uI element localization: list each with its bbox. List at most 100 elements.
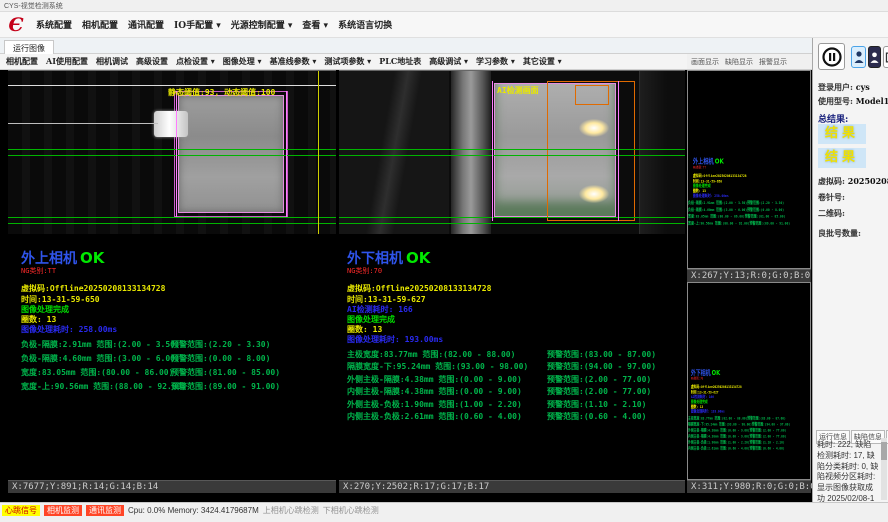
tool-image-processing[interactable]: 图像处理 ▾	[223, 56, 262, 67]
camera-view-lower[interactable]: AI检测画面 外下相机OK NG类别:70 虚拟码:Offline2025020…	[339, 70, 685, 493]
tool-learning-params[interactable]: 学习参数 ▾	[476, 56, 515, 67]
led-glow	[579, 185, 609, 203]
camera-view-upper[interactable]: 静态阈值:93, 动态阈值:100 外上相机OK NG类别:TT 虚拟码:Off…	[8, 70, 336, 493]
window-titlebar: CYS-视觉检测系统	[0, 0, 888, 12]
app-logo-icon: Є	[6, 15, 26, 35]
tool-other-settings[interactable]: 其它设置 ▾	[523, 56, 562, 67]
elapsed-line: 图像处理耗时: 258.00ms	[693, 193, 729, 198]
result-badge-lower: 结果	[818, 148, 866, 168]
thumb-header-display[interactable]: 画面显示	[691, 57, 719, 67]
login-user-value: cys	[856, 82, 870, 92]
menu-camera-config[interactable]: 相机配置	[82, 18, 118, 31]
thumb-header-defect[interactable]: 缺陷显示	[725, 57, 753, 67]
camera-monitor-badge: 相机监测	[44, 505, 82, 516]
thumb-header-alarm[interactable]: 报警显示	[759, 57, 787, 67]
measurement-row: 负极-隔膜:2.91mm 范围:(2.00 - 3.50)预警范围:(2.20 …	[688, 200, 784, 205]
login-user-button[interactable]	[851, 46, 866, 68]
baseline-green	[8, 223, 336, 224]
measurement-row: 内侧主极-负极:2.61mm 范围:(0.60 - 4.00)预警范围:(0.6…	[688, 446, 785, 451]
tool-ai-config[interactable]: AI使用配置	[46, 56, 88, 67]
tool-baseline-params[interactable]: 基准线参数 ▾	[270, 56, 317, 67]
virtual-code-row: 虚拟码: 20250208	[818, 176, 888, 187]
menu-comm-config[interactable]: 通讯配置	[128, 18, 164, 31]
log-scrollbar-thumb[interactable]	[881, 442, 887, 460]
connector-object	[154, 111, 188, 137]
thumbnail-upper-camera[interactable]: 静态阈值:93, 动态阈值:100 外上相机OK NG类别:TT 虚拟码:Off…	[687, 70, 811, 269]
tool-camera-config[interactable]: 相机配置	[6, 56, 38, 67]
cpu-memory-readout: Cpu: 0.0% Memory: 3424.4179687M	[128, 506, 259, 515]
machinery-column	[451, 71, 491, 234]
reel-number-label: 卷针号:	[818, 192, 845, 203]
pause-button[interactable]	[818, 43, 845, 70]
user-dark-icon	[870, 51, 879, 64]
thumbnail-header: 画面显示 缺陷显示 报警显示	[687, 54, 812, 70]
reference-line-yellow	[318, 71, 319, 234]
measurement-row: 隔膜宽度-下:95.24mm 范围:(93.00 - 98.00)预警范围:(9…	[347, 361, 528, 372]
ai-overlay-label: AI检测画面	[497, 85, 539, 96]
camera-image-lower[interactable]: AI检测画面	[339, 71, 685, 234]
lower-camera-heartbeat-status: 下相机心跳检测	[323, 505, 379, 516]
measurement-row: 外侧主极-负极:1.90mm 范围:(1.00 - 2.20)预警范围:(1.1…	[688, 440, 785, 445]
window-statusbar: 心跳信号 相机监测 通讯监测 Cpu: 0.0% Memory: 3424.41…	[0, 502, 888, 522]
measurement-row: 内侧主极-隔膜:4.38mm 范围:(0.00 - 9.00)预警范围:(2.0…	[347, 386, 522, 397]
ng-class-label: NG类别:TT	[693, 165, 706, 170]
roi-frame-orange-small	[575, 85, 609, 105]
camera-title: 外下相机OK	[347, 248, 430, 268]
thumbnail-lower-camera[interactable]: AI检测画面 外下相机OK NG类别:70 虚拟码:Offline2025020…	[687, 282, 811, 480]
ng-class-label: NG类别:70	[691, 376, 703, 381]
measurement-row: 内侧主极-负极:2.61mm 范围:(0.60 - 4.00)预警范围:(0.6…	[347, 411, 522, 422]
pixel-status-thumb-upper: X:267;Y:13;R:0;G:0;B:0	[687, 269, 811, 282]
measurement-row: 外侧主极-隔膜:4.38mm 范围:(0.00 - 9.00)预警范围:(2.0…	[347, 374, 522, 385]
tool-advanced-debug[interactable]: 高级调试 ▾	[429, 56, 468, 67]
elapsed-line: 图像处理耗时: 258.00ms	[21, 324, 117, 335]
menu-view[interactable]: 查看 ▾	[302, 18, 328, 31]
camera-results-upper: 外上相机OK NG类别:TT 虚拟码:Offline20250208133134…	[688, 150, 810, 269]
model-row: 使用型号: Model1	[818, 96, 888, 107]
measurement-row: 负极-隔膜:4.60mm 范围:(3.00 - 6.00)预警范围:(0.00 …	[21, 353, 180, 364]
edge-line-pink	[176, 91, 177, 217]
separator-line	[8, 85, 336, 86]
pause-icon	[822, 47, 842, 67]
menu-language-switch[interactable]: 系统语言切换	[338, 18, 392, 31]
pixel-status-upper: X:7677;Y:891;R:14;G:14;B:14	[8, 480, 336, 493]
comm-monitor-badge: 通讯监测	[86, 505, 124, 516]
camera-results-lower: 外下相机OK NG类别:70 虚拟码:Offline20250208133134…	[339, 234, 685, 481]
batch-count-label: 良批号数量:	[818, 228, 861, 239]
camera-results-upper: 外上相机OK NG类别:TT 虚拟码:Offline20250208133134…	[8, 234, 336, 481]
measurement-row: 负极-隔膜:4.60mm 范围:(3.00 - 6.00)预警范围:(0.00 …	[688, 207, 784, 212]
edge-line-pink	[618, 81, 619, 221]
ok-status: OK	[80, 249, 104, 267]
tool-camera-debug[interactable]: 相机调试	[96, 56, 128, 67]
menu-io-config[interactable]: IO手配置 ▾	[174, 18, 221, 31]
machinery-block	[339, 71, 449, 234]
camera-image-upper[interactable]: 静态阈值:93, 动态阈值:100	[8, 71, 336, 234]
tool-advanced-settings[interactable]: 高级设置	[136, 56, 168, 67]
machinery-block	[639, 71, 685, 234]
login-user-row: 登录用户: cys	[818, 82, 870, 93]
tool-spot-check[interactable]: 点检设置 ▾	[176, 56, 215, 67]
user-icon	[854, 50, 864, 64]
baseline-green	[339, 149, 685, 150]
operator-button[interactable]	[868, 46, 881, 68]
ng-class-label: NG类别:TT	[21, 266, 56, 276]
log-scrollbar[interactable]	[881, 438, 887, 500]
ok-status: OK	[406, 249, 430, 267]
baseline-green	[339, 155, 685, 156]
logout-button[interactable]	[883, 46, 888, 68]
menu-light-config[interactable]: 光源控制配置 ▾	[231, 18, 293, 31]
elapsed-line: 图像处理耗时: 193.00ms	[347, 334, 443, 345]
menu-system-config[interactable]: 系统配置	[36, 18, 72, 31]
tool-test-params[interactable]: 测试项参数 ▾	[324, 56, 371, 67]
tool-plc-address[interactable]: PLC地址表	[379, 56, 421, 67]
toolbar: 相机配置 AI使用配置 相机调试 高级设置 点检设置 ▾ 图像处理 ▾ 基准线参…	[0, 54, 687, 70]
elapsed-line: 图像处理耗时: 193.00ms	[691, 409, 725, 414]
measurement-row: 主极宽度:83.77mm 范围:(82.00 - 88.00)预警范围:(83.…	[688, 416, 786, 421]
measurement-row: 内侧主极-隔膜:4.38mm 范围:(0.00 - 9.00)预警范围:(2.0…	[688, 434, 786, 439]
ok-status: OK	[715, 157, 724, 166]
upper-camera-heartbeat-status: 上相机心跳检测	[263, 505, 319, 516]
logout-door-icon	[885, 51, 888, 64]
camera-results-lower: 外下相机OK NG类别:70 虚拟码:Offline20250208133134…	[688, 361, 810, 479]
measurement-row: 外侧主极-负极:1.90mm 范围:(1.00 - 2.20)预警范围:(1.1…	[347, 399, 522, 410]
model-value: Model1	[856, 96, 888, 106]
measurement-row: 外侧主极-隔膜:4.38mm 范围:(0.00 - 9.00)预警范围:(2.0…	[688, 428, 786, 433]
